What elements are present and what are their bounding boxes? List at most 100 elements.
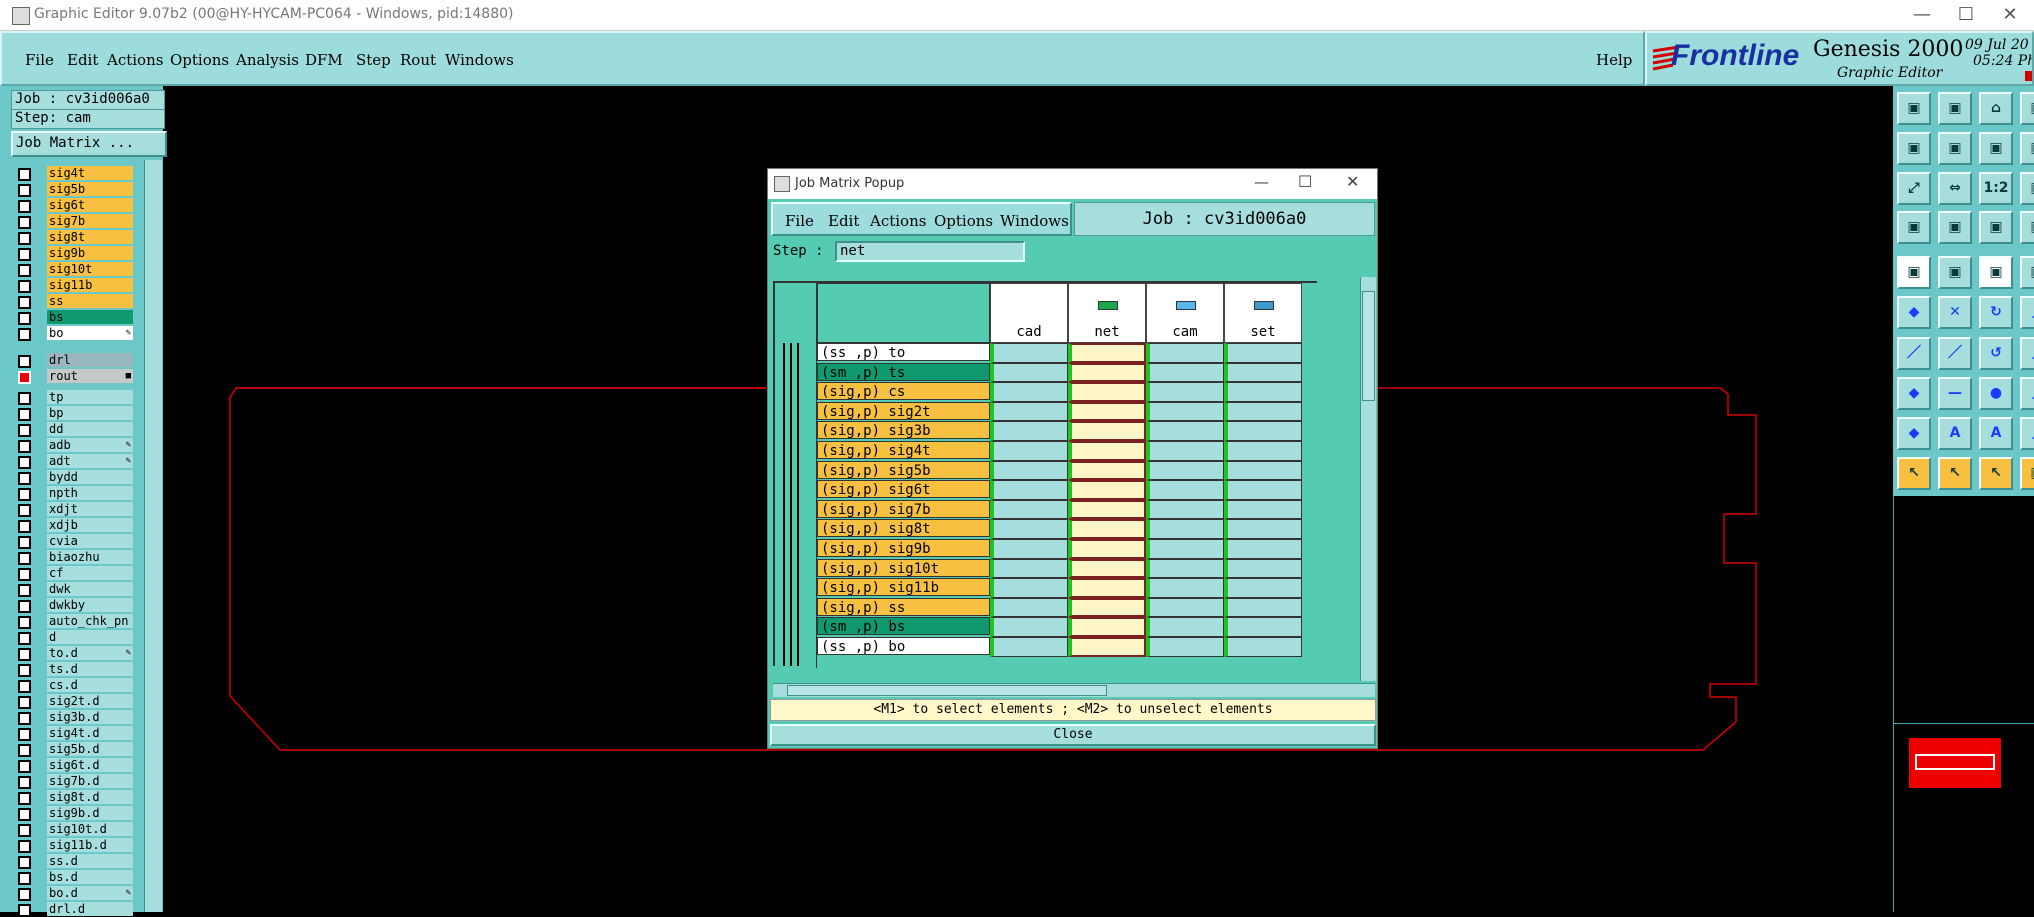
matrix-cell[interactable]: [990, 617, 1068, 637]
matrix-cell[interactable]: [1146, 499, 1224, 520]
layer-row[interactable]: ts.d: [14, 662, 133, 677]
layer-name[interactable]: sig7b: [47, 214, 133, 228]
matrix-cell[interactable]: [1224, 421, 1302, 441]
layer-checkbox[interactable]: [18, 440, 31, 453]
layer-name[interactable]: drl: [47, 353, 133, 367]
layer-name[interactable]: bo.d ✎: [47, 886, 133, 900]
layer-name[interactable]: bo ✎: [47, 326, 133, 340]
layer-row[interactable]: biaozhu: [14, 550, 133, 565]
layer-checkbox[interactable]: [18, 584, 31, 597]
matrix-cell[interactable]: [990, 637, 1068, 657]
popup-menu-options[interactable]: Options: [934, 212, 993, 230]
matrix-cell[interactable]: [1146, 558, 1224, 579]
layer-name[interactable]: rout ■: [47, 369, 133, 383]
layer-checkbox[interactable]: [18, 248, 31, 261]
tool-button[interactable]: A: [1938, 417, 1972, 450]
layer-checkbox[interactable]: [18, 664, 31, 677]
matrix-cell[interactable]: [1068, 539, 1146, 559]
layer-checkbox[interactable]: [18, 488, 31, 501]
layer-checkbox[interactable]: [18, 632, 31, 645]
layer-row[interactable]: drl.d: [14, 902, 133, 917]
job-matrix-button[interactable]: Job Matrix ...: [11, 131, 167, 157]
matrix-cell[interactable]: [1224, 578, 1302, 598]
layer-row[interactable]: d: [14, 630, 133, 645]
layer-row[interactable]: drl: [14, 353, 133, 368]
popup-maximize-button[interactable]: ☐: [1298, 172, 1312, 191]
layer-checkbox[interactable]: [18, 392, 31, 405]
matrix-step-column-cad[interactable]: cad: [990, 283, 1068, 343]
layer-checkbox[interactable]: [18, 904, 31, 917]
layer-row[interactable]: cf: [14, 566, 133, 581]
layer-row[interactable]: bydd: [14, 470, 133, 485]
layer-row[interactable]: sig8t.d: [14, 790, 133, 805]
matrix-cell[interactable]: [1146, 401, 1224, 422]
tool-button[interactable]: ▣: [1979, 211, 2013, 244]
matrix-layer-row[interactable]: (ss ,p) to: [817, 343, 990, 361]
layer-name[interactable]: xdjb: [47, 518, 133, 532]
layer-checkbox[interactable]: [18, 600, 31, 613]
matrix-cell[interactable]: [990, 362, 1068, 383]
popup-close-button[interactable]: ✕: [1346, 172, 1359, 191]
tool-button[interactable]: ▣: [1979, 132, 2013, 165]
tool-button[interactable]: ▣: [1897, 132, 1931, 165]
layer-name[interactable]: xdjt: [47, 502, 133, 516]
tool-button[interactable]: ▣: [1938, 256, 1972, 289]
menu-analysis[interactable]: Analysis: [236, 51, 299, 69]
layer-row[interactable]: sig2t.d: [14, 694, 133, 709]
layer-row[interactable]: bo.d ✎: [14, 886, 133, 901]
layer-checkbox[interactable]: [18, 371, 31, 384]
layer-name[interactable]: dd: [47, 422, 133, 436]
layer-checkbox[interactable]: [18, 355, 31, 368]
layer-row[interactable]: sig9b.d: [14, 806, 133, 821]
tool-button[interactable]: ▣: [2020, 211, 2034, 244]
matrix-cell[interactable]: [990, 558, 1068, 579]
matrix-cell[interactable]: [1068, 401, 1146, 422]
matrix-layer-row[interactable]: (sig,p) sig5b: [817, 460, 990, 479]
tool-button[interactable]: ▣: [2020, 132, 2034, 165]
layer-checkbox[interactable]: [18, 296, 31, 309]
layer-checkbox[interactable]: [18, 536, 31, 549]
layer-checkbox[interactable]: [18, 520, 31, 533]
matrix-horizontal-scroll-thumb[interactable]: [787, 685, 1107, 696]
layer-name[interactable]: sig4t.d: [47, 726, 133, 740]
layer-row[interactable]: sig7b: [14, 214, 133, 229]
matrix-vertical-scrollbar[interactable]: [1360, 277, 1376, 681]
tool-button[interactable]: ✕: [1938, 296, 1972, 329]
matrix-cell[interactable]: [1146, 460, 1224, 481]
tool-button[interactable]: ◆: [1897, 377, 1931, 410]
layer-name[interactable]: sig3b.d: [47, 710, 133, 724]
matrix-layer-row[interactable]: (sig,p) sig6t: [817, 480, 990, 499]
matrix-horizontal-scrollbar[interactable]: [773, 683, 1375, 697]
tool-button[interactable]: ▣: [2020, 92, 2034, 125]
popup-menu-windows[interactable]: Windows: [1000, 212, 1069, 230]
matrix-cell[interactable]: [1224, 617, 1302, 637]
matrix-cell[interactable]: [1068, 382, 1146, 402]
matrix-cell[interactable]: [990, 401, 1068, 422]
layer-checkbox[interactable]: [18, 280, 31, 293]
layer-checkbox[interactable]: [18, 760, 31, 773]
matrix-cell[interactable]: [1224, 637, 1302, 657]
layer-checkbox[interactable]: [18, 232, 31, 245]
tool-button[interactable]: ▣: [1938, 92, 1972, 125]
layer-checkbox[interactable]: [18, 552, 31, 565]
tool-button[interactable]: ↖: [1979, 457, 2013, 490]
layer-row[interactable]: ss.d: [14, 854, 133, 869]
matrix-layer-row[interactable]: (sig,p) sig7b: [817, 499, 990, 518]
matrix-step-column-net[interactable]: net: [1068, 283, 1146, 343]
menu-file[interactable]: File: [25, 51, 54, 69]
layer-row[interactable]: cs.d: [14, 678, 133, 693]
matrix-cell[interactable]: [1068, 460, 1146, 481]
layer-name[interactable]: dwkby: [47, 598, 133, 612]
popup-menu-actions[interactable]: Actions: [870, 212, 926, 230]
layer-row[interactable]: sig7b.d: [14, 774, 133, 789]
layer-name[interactable]: sig11b: [47, 278, 133, 292]
matrix-cell[interactable]: [1068, 362, 1146, 383]
matrix-cell[interactable]: [990, 441, 1068, 461]
matrix-layer-row[interactable]: (ss ,p) bo: [817, 637, 990, 655]
layer-name[interactable]: ts.d: [47, 662, 133, 676]
layer-checkbox[interactable]: [18, 680, 31, 693]
layer-name[interactable]: sig6t: [47, 198, 133, 212]
matrix-step-column-cam[interactable]: cam: [1146, 283, 1224, 343]
matrix-cell[interactable]: [990, 421, 1068, 441]
tool-button[interactable]: ●: [1979, 377, 2013, 410]
